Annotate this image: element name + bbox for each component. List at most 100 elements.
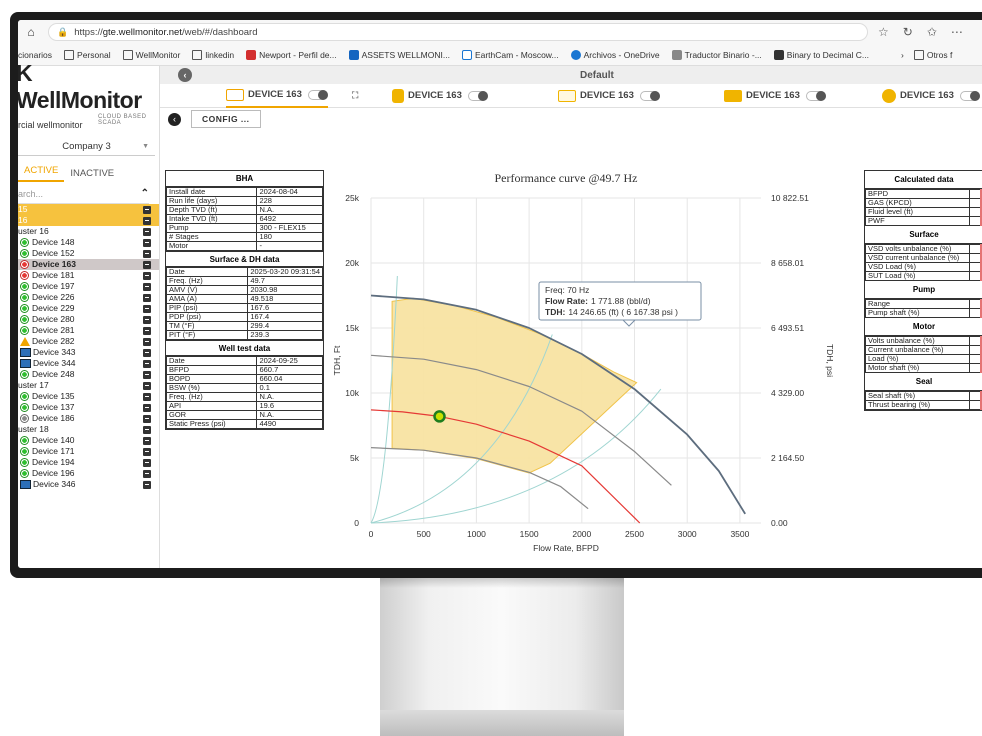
refresh-icon[interactable]: ↻ (903, 25, 913, 39)
star-icon[interactable]: ☆ (878, 25, 889, 39)
collapse-icon[interactable] (143, 304, 151, 313)
collapse-icon[interactable] (143, 403, 151, 412)
collapse-icon[interactable] (143, 326, 151, 335)
device-row[interactable]: Device 171 (18, 446, 159, 457)
collapse-icon[interactable] (143, 238, 151, 247)
device-row[interactable]: Device 152 (18, 248, 159, 259)
collapse-icon[interactable] (143, 227, 151, 236)
toggle[interactable] (467, 90, 488, 101)
bookmark[interactable]: Personal (64, 49, 111, 60)
collapse-icon[interactable] (143, 469, 151, 478)
table-row: Pump shaft (%) (864, 308, 982, 318)
search-input[interactable]: arch... (18, 189, 43, 199)
url-field[interactable]: 🔒 https://gte.wellmonitor.net/web/#/dash… (48, 23, 868, 41)
device-row[interactable]: Device 148 (18, 237, 159, 248)
collapse-all-icon[interactable]: ⌃ (141, 188, 149, 199)
chart-icon (226, 88, 244, 101)
field-label: Pump shaft (%) (864, 308, 971, 318)
device-row[interactable]: Device 181 (18, 270, 159, 281)
toggle[interactable] (639, 90, 660, 101)
device-row[interactable]: Device 281 (18, 325, 159, 336)
cluster-row[interactable]: 16 (18, 215, 159, 226)
collapse-icon[interactable] (143, 436, 151, 445)
tab-active[interactable]: ACTIVE (18, 165, 65, 182)
bookmark[interactable]: Newport - Perfil de... (246, 49, 337, 60)
collapse-icon[interactable] (143, 381, 151, 390)
bookmark[interactable]: ASSETS WELLMONI... (348, 49, 450, 60)
back-icon[interactable]: ‹ (178, 68, 192, 82)
collapse-icon[interactable] (143, 392, 151, 401)
device-row[interactable]: Device 163 (18, 259, 159, 270)
device-row[interactable]: Device 140 (18, 435, 159, 446)
collapse-icon[interactable] (143, 337, 151, 346)
x-tick-label: 3500 (730, 529, 749, 539)
device-row[interactable]: Device 229 (18, 303, 159, 314)
toggle[interactable] (805, 90, 826, 101)
device-tab-5[interactable]: DEVICE 163 (882, 84, 980, 108)
cluster-row[interactable]: 15 (18, 204, 159, 215)
device-row[interactable]: Device 248 (18, 369, 159, 380)
collapse-icon[interactable] (143, 315, 151, 324)
collapse-icon[interactable] (143, 348, 151, 357)
device-row[interactable]: Device 135 (18, 391, 159, 402)
collapse-icon[interactable] (143, 425, 151, 434)
collapse-icon[interactable] (143, 260, 151, 269)
company-select[interactable]: Company 3 ▼ (18, 138, 155, 156)
collapse-icon[interactable] (143, 359, 151, 368)
home-icon[interactable]: ⌂ (22, 25, 40, 39)
device-row[interactable]: Device 194 (18, 457, 159, 468)
cluster-row[interactable]: uster 18 (18, 424, 159, 435)
device-row[interactable]: Device 344 (18, 358, 159, 369)
device-row[interactable]: Device 186 (18, 413, 159, 424)
more-icon[interactable]: ⋯ (951, 25, 963, 39)
tree-label: Device 140 (32, 435, 75, 445)
back-icon[interactable]: ‹ (168, 112, 181, 126)
collapse-icon[interactable] (143, 458, 151, 467)
collapse-icon[interactable] (143, 414, 151, 423)
collapse-icon[interactable] (143, 282, 151, 291)
bookmark[interactable]: WellMonitor (122, 49, 180, 60)
collapse-icon[interactable] (143, 249, 151, 258)
cluster-row[interactable]: uster 16 (18, 226, 159, 237)
expand-icon[interactable]: ⛶ (352, 90, 358, 101)
device-row[interactable]: Device 226 (18, 292, 159, 303)
device-row[interactable]: Device 280 (18, 314, 159, 325)
address-bar: ⌂ 🔒 https://gte.wellmonitor.net/web/#/da… (18, 20, 982, 44)
config-button[interactable]: CONFIG ... (191, 110, 261, 128)
collapse-icon[interactable] (143, 216, 151, 225)
device-row[interactable]: Device 346 (18, 479, 159, 490)
device-tab-3[interactable]: DEVICE 163 (558, 84, 660, 108)
bookmark[interactable]: Binary to Decimal C... (773, 49, 869, 60)
url-path: /web/#/dashboard (181, 26, 258, 38)
collapse-icon[interactable] (143, 447, 151, 456)
collapse-icon[interactable] (143, 480, 151, 489)
toggle[interactable] (307, 89, 328, 100)
toggle[interactable] (959, 90, 980, 101)
collapse-icon[interactable] (143, 370, 151, 379)
bookmark[interactable]: EarthCam - Moscow... (461, 49, 559, 60)
bookmark[interactable]: linkedin (192, 49, 234, 60)
status-ok-icon (20, 326, 29, 335)
device-row[interactable]: Device 137 (18, 402, 159, 413)
device-row[interactable]: Device 343 (18, 347, 159, 358)
favorites-icon[interactable]: ✩ (927, 25, 937, 39)
collapse-icon[interactable] (143, 205, 151, 214)
cluster-row[interactable]: uster 17 (18, 380, 159, 391)
x-tick-label: 2000 (572, 529, 591, 539)
device-row[interactable]: Device 196 (18, 468, 159, 479)
collapse-icon[interactable] (143, 271, 151, 280)
device-row[interactable]: Device 197 (18, 281, 159, 292)
bookmark[interactable]: Archivos - OneDrive (570, 49, 660, 60)
device-tab-1[interactable]: DEVICE 163 (226, 84, 328, 108)
edge-icon (461, 49, 472, 60)
device-tab-2[interactable]: DEVICE 163 (392, 84, 488, 108)
tab-inactive[interactable]: INACTIVE (64, 168, 120, 179)
bookmark[interactable]: Traductor Binario -... (671, 49, 762, 60)
tree-label: Device 197 (32, 281, 75, 291)
bookmark[interactable]: › Otros f (901, 49, 952, 60)
bookmark[interactable]: cionarios (18, 50, 52, 60)
field-value (969, 400, 982, 410)
device-row[interactable]: Device 282 (18, 336, 159, 347)
collapse-icon[interactable] (143, 293, 151, 302)
device-tab-4[interactable]: DEVICE 163 (724, 84, 826, 108)
